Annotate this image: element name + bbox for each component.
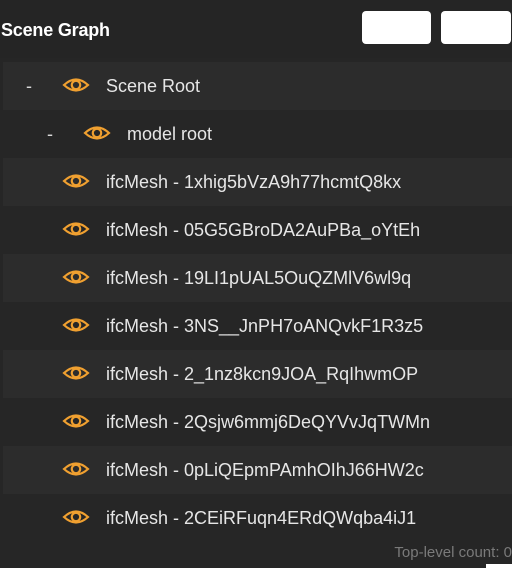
top-level-count: Top-level count: 0 (394, 544, 512, 561)
tree-node-mesh[interactable]: ifcMesh - 2_1nz8kcn9JOA_RqIhwmOP (3, 350, 512, 398)
tree-node-label: ifcMesh - 2Qsjw6mmj6DeQYVvJqTWMn (106, 412, 431, 432)
tree-node-mesh[interactable]: ifcMesh - 19LI1pUAL5OuQZMlV6wl9q (3, 254, 512, 302)
eye-icon[interactable] (62, 459, 90, 479)
eye-icon[interactable] (62, 219, 90, 239)
tree-node-mesh[interactable]: ifcMesh - 3NS__JnPH7oANQvkF1R3z5 (3, 302, 512, 350)
eye-icon[interactable] (62, 363, 90, 383)
scene-tree: - Scene Root - model root ifcMesh - 1xhi… (3, 62, 512, 542)
tree-node-model-root[interactable]: - model root (3, 110, 512, 158)
header-button-1[interactable] (362, 11, 431, 44)
tree-node-mesh[interactable]: ifcMesh - 1xhig5bVzA9h77hcmtQ8kx (3, 158, 512, 206)
tree-node-mesh[interactable]: ifcMesh - 05G5GBroDA2AuPBa_oYtEh (3, 206, 512, 254)
tree-node-mesh[interactable]: ifcMesh - 2Qsjw6mmj6DeQYVvJqTWMn (3, 398, 512, 446)
eye-icon[interactable] (62, 75, 90, 95)
collapse-toggle[interactable]: - (26, 62, 32, 110)
tree-node-label: ifcMesh - 0pLiQEpmPAmhOIhJ66HW2c (106, 460, 424, 480)
eye-icon[interactable] (62, 171, 90, 191)
tree-node-label: model root (127, 124, 213, 144)
eye-icon[interactable] (62, 411, 90, 431)
panel-title: Scene Graph (1, 20, 110, 40)
collapse-toggle[interactable]: - (47, 110, 53, 158)
tree-node-label: Scene Root (106, 76, 201, 96)
tree-node-mesh[interactable]: ifcMesh - 2CEiRFuqn4ERdQWqba4iJ1 (3, 494, 512, 542)
tree-node-label: ifcMesh - 1xhig5bVzA9h77hcmtQ8kx (106, 172, 402, 192)
eye-icon[interactable] (62, 267, 90, 287)
tree-node-label: ifcMesh - 2_1nz8kcn9JOA_RqIhwmOP (106, 364, 419, 384)
eye-icon[interactable] (83, 123, 111, 143)
panel-header: Scene Graph (0, 0, 512, 58)
tree-node-label: ifcMesh - 05G5GBroDA2AuPBa_oYtEh (106, 220, 421, 240)
header-button-2[interactable] (441, 11, 511, 44)
tree-node-scene-root[interactable]: - Scene Root (3, 62, 512, 110)
eye-icon[interactable] (62, 315, 90, 335)
resize-corner[interactable] (486, 564, 512, 568)
scene-graph-panel: Scene Graph - Scene Root - model root if… (0, 0, 512, 568)
tree-node-label: ifcMesh - 19LI1pUAL5OuQZMlV6wl9q (106, 268, 412, 288)
eye-icon[interactable] (62, 507, 90, 527)
tree-node-label: ifcMesh - 2CEiRFuqn4ERdQWqba4iJ1 (106, 508, 417, 528)
tree-node-label: ifcMesh - 3NS__JnPH7oANQvkF1R3z5 (106, 316, 424, 336)
tree-node-mesh[interactable]: ifcMesh - 0pLiQEpmPAmhOIhJ66HW2c (3, 446, 512, 494)
